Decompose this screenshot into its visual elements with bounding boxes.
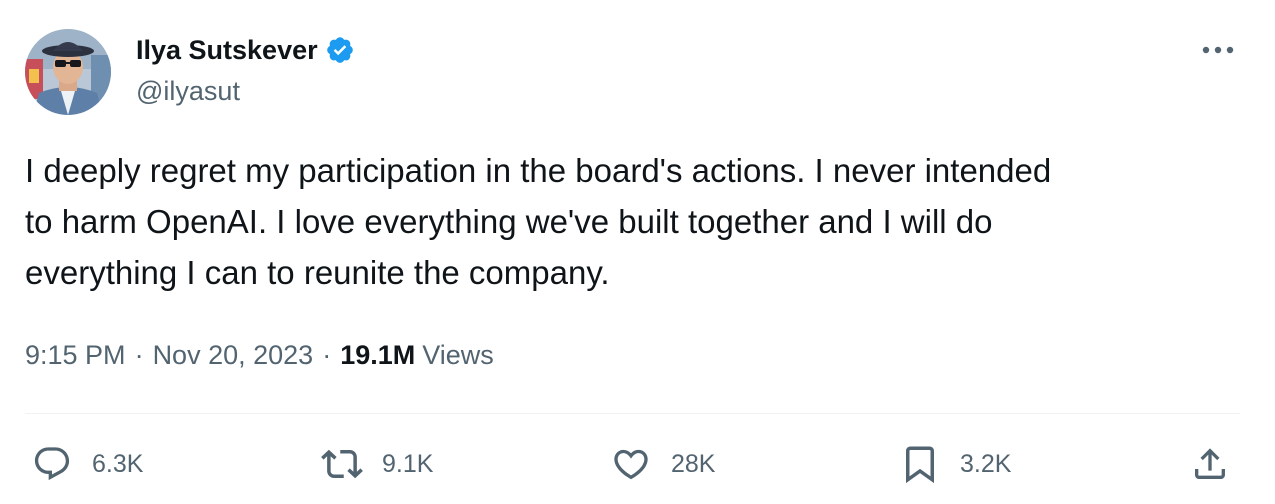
like-count: 28K bbox=[671, 449, 716, 478]
retweet-count: 9.1K bbox=[382, 449, 434, 478]
author-name-row: Ilya Sutskever bbox=[136, 32, 355, 68]
divider bbox=[25, 413, 1240, 414]
bookmark-icon bbox=[898, 442, 942, 486]
meta-separator: · bbox=[322, 339, 332, 370]
bookmark-count: 3.2K bbox=[960, 449, 1012, 478]
author-display-name[interactable]: Ilya Sutskever bbox=[136, 35, 318, 66]
more-options-button[interactable] bbox=[1196, 38, 1240, 62]
share-icon bbox=[1188, 442, 1232, 486]
tweet-meta: 9:15 PM · Nov 20, 2023 · 19.1M Views bbox=[25, 335, 494, 375]
reply-button[interactable]: 6.3K bbox=[30, 442, 143, 486]
tweet-date[interactable]: Nov 20, 2023 bbox=[153, 340, 314, 371]
reply-icon bbox=[30, 442, 74, 486]
more-dots-icon bbox=[1202, 46, 1234, 54]
heart-icon bbox=[609, 442, 653, 486]
retweet-button[interactable]: 9.1K bbox=[320, 442, 433, 486]
like-button[interactable]: 28K bbox=[609, 442, 715, 486]
bookmark-button[interactable]: 3.2K bbox=[898, 442, 1011, 486]
reply-count: 6.3K bbox=[92, 449, 144, 478]
author-handle[interactable]: @ilyasut bbox=[136, 76, 240, 107]
tweet-time[interactable]: 9:15 PM bbox=[25, 340, 126, 371]
views-label: Views bbox=[422, 339, 494, 370]
views-count[interactable]: 19.1M bbox=[340, 340, 415, 371]
share-button[interactable] bbox=[1188, 442, 1232, 486]
meta-separator: · bbox=[134, 339, 144, 370]
retweet-icon bbox=[320, 442, 364, 486]
tweet-text: I deeply regret my participation in the … bbox=[25, 152, 1052, 291]
avatar[interactable] bbox=[25, 29, 111, 115]
profile-photo-icon bbox=[25, 29, 111, 115]
verified-badge-icon[interactable] bbox=[325, 35, 355, 65]
